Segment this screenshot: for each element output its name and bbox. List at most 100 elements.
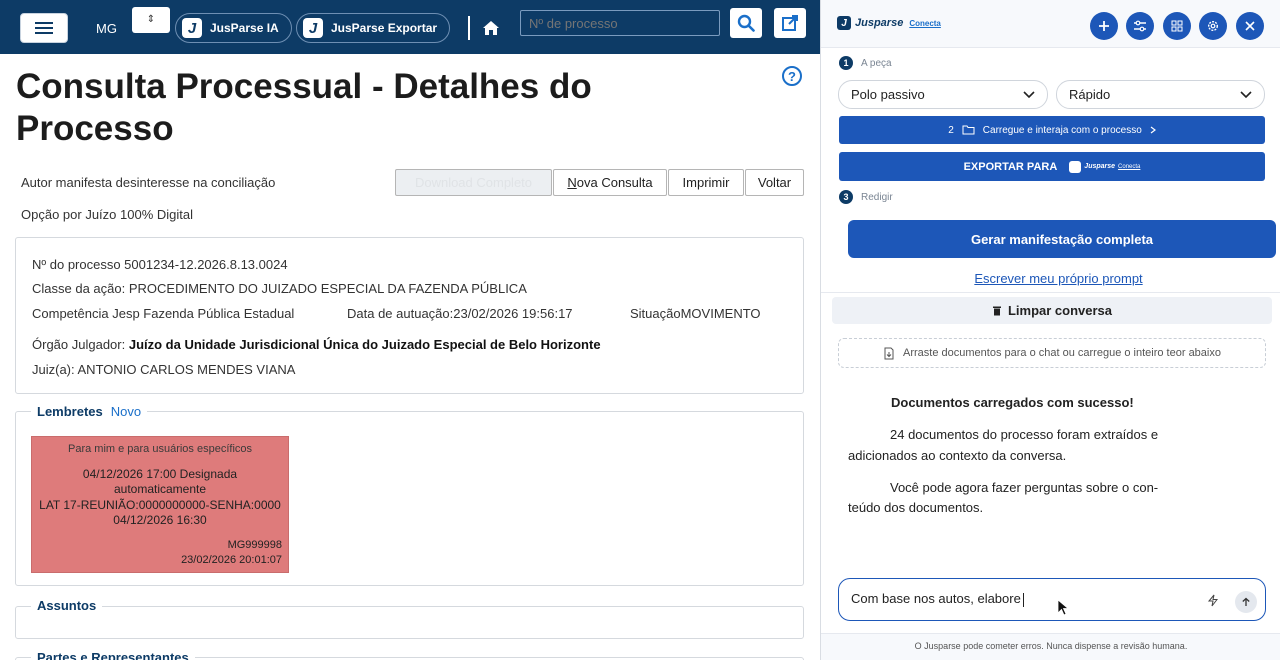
- export-to-button[interactable]: EXPORTAR PARA Jusparse Conecta: [839, 152, 1265, 181]
- home-icon[interactable]: [482, 20, 500, 36]
- jusparse-logo-icon: J: [182, 18, 202, 38]
- menu-icon: [35, 27, 53, 29]
- filters-button[interactable]: [1126, 12, 1154, 40]
- reminders-title: Lembretes: [37, 404, 103, 419]
- external-link-button[interactable]: [774, 8, 806, 38]
- arrow-up-icon: [1242, 597, 1250, 606]
- chevron-down-icon: [1023, 90, 1035, 98]
- folder-icon: [962, 125, 975, 135]
- settings-button[interactable]: [1199, 12, 1227, 40]
- header-divider: [468, 16, 470, 40]
- send-button[interactable]: [1235, 591, 1257, 613]
- export-brand: Jusparse Conecta: [1069, 160, 1141, 173]
- reminder-line-3: LAT 17-REUNIÃO:0000000000-SENHA:0000: [39, 498, 281, 512]
- reminder-note[interactable]: Para mim e para usuários específicos 04/…: [31, 436, 289, 573]
- step-2-load-button[interactable]: 2 Carregue e interaja com o processo: [839, 116, 1265, 144]
- step-3-number: 3: [839, 190, 853, 204]
- mode-dropdown[interactable]: Rápido: [1056, 80, 1265, 109]
- plus-icon: [1099, 21, 1109, 31]
- new-query-accesskey: N: [567, 175, 577, 190]
- export-brand-name: Jusparse: [1084, 163, 1116, 170]
- disclaimer: O Jusparse pode cometer erros. Nunca dis…: [914, 641, 1188, 651]
- jusparse-mini-logo-icon: [1069, 160, 1082, 173]
- print-button[interactable]: Imprimir: [668, 169, 744, 196]
- digital-court-notice: Opção por Juízo 100% Digital: [21, 207, 193, 222]
- file-download-icon: [884, 347, 894, 359]
- state-label: MG: [96, 21, 117, 36]
- clear-conversation-button[interactable]: Limpar conversa: [832, 297, 1272, 324]
- state-select[interactable]: ⇕: [132, 7, 170, 33]
- competence: Competência Jesp Fazenda Pública Estadua…: [32, 306, 295, 321]
- panel-divider: [821, 292, 1280, 293]
- parties-legend[interactable]: Partes e Representantes: [31, 650, 195, 660]
- document-drop-zone[interactable]: Arraste documentos para o chat ou carreg…: [838, 338, 1266, 368]
- new-query-label: ova Consulta: [576, 175, 653, 190]
- reminders-legend: Lembretes Novo: [31, 404, 148, 419]
- reminder-line-4: 04/12/2026 16:30: [113, 513, 207, 527]
- subjects-section: [15, 606, 804, 639]
- drop-zone-label: Arraste documentos para o chat ou carreg…: [903, 347, 1221, 359]
- gear-icon: [1207, 20, 1219, 32]
- assistant-message-p1b: adicionados ao contexto da conversa.: [848, 448, 1067, 463]
- court-body-label: Órgão Julgador:: [32, 337, 129, 352]
- step-2-label: Carregue e interaja com o processo: [982, 124, 1142, 136]
- mode-value: Rápido: [1069, 87, 1111, 102]
- clear-conversation-label: Limpar conversa: [1007, 303, 1113, 318]
- close-panel-button[interactable]: [1236, 12, 1264, 40]
- close-icon: [1245, 21, 1255, 31]
- reminder-line-1: 04/12/2026 17:00 Designada: [82, 467, 238, 481]
- app-root: MG ⇕ J JusParse IA J JusParse Exportar N…: [0, 0, 1280, 660]
- generate-full-brief-button[interactable]: Gerar manifestação completa: [848, 220, 1276, 258]
- hamburger-menu-button[interactable]: [20, 13, 68, 43]
- sliders-icon: [1134, 20, 1146, 32]
- chat-input-text: Com base nos autos, elabore: [851, 591, 1024, 607]
- top-navbar: MG ⇕ J JusParse IA J JusParse Exportar: [0, 0, 820, 54]
- reminder-timestamp: 23/02/2026 20:01:07: [181, 554, 282, 566]
- search-button[interactable]: [730, 8, 762, 38]
- filing-date: Data de autuação:23/02/2026 19:56:17: [347, 306, 573, 321]
- court-body: Órgão Julgador: Juízo da Unidade Jurisdi…: [32, 337, 601, 352]
- jusparse-side-panel: J Jusparse Conecta 1 A peça Polo passivo…: [820, 0, 1280, 660]
- chevron-down-icon: [1240, 90, 1252, 98]
- process-number: Nº do processo 5001234-12.2026.8.13.0024: [32, 257, 288, 272]
- polo-value: Polo passivo: [851, 87, 925, 102]
- export-brand-sub: Conecta: [1118, 163, 1141, 170]
- download-complete-button[interactable]: Download Completo: [395, 169, 552, 196]
- subjects-legend[interactable]: Assuntos: [31, 598, 103, 613]
- court-body-value: Juízo da Unidade Jurisdicional Única do …: [128, 337, 601, 352]
- reminder-user: MG999998: [227, 539, 282, 551]
- mouse-pointer-icon: [1057, 599, 1069, 616]
- grid-icon: [1171, 20, 1183, 32]
- step-3-label: Redigir: [861, 191, 893, 203]
- jusparse-exportar-label: JusParse Exportar: [331, 21, 438, 35]
- step-1-label: A peça: [861, 57, 892, 69]
- assistant-message-title: Documentos carregados com sucesso!: [891, 395, 1134, 410]
- panel-header: J Jusparse Conecta: [821, 0, 1280, 48]
- reminder-line-2: automaticamente: [113, 482, 207, 496]
- help-icon[interactable]: ?: [782, 66, 802, 86]
- back-button[interactable]: Voltar: [745, 169, 804, 196]
- new-reminder-link[interactable]: Novo: [111, 404, 141, 419]
- brand-sub: Conecta: [909, 18, 941, 28]
- jusparse-logo-icon: J: [303, 18, 323, 38]
- jusparse-ia-label: JusParse IA: [210, 21, 279, 35]
- reminder-audience: Para mim e para usuários específicos: [67, 443, 253, 455]
- action-class: Classe da ação: PROCEDIMENTO DO JUIZADO …: [32, 281, 527, 296]
- export-label: EXPORTAR PARA: [963, 160, 1058, 173]
- chevron-right-icon: [1150, 126, 1156, 134]
- situation: SituaçãoMOVIMENTO: [630, 306, 761, 321]
- assistant-message-p1a: 24 documentos do processo foram extraído…: [890, 427, 1159, 442]
- lightning-icon[interactable]: [1207, 594, 1219, 607]
- polo-dropdown[interactable]: Polo passivo: [838, 80, 1048, 109]
- new-query-button[interactable]: Nova Consulta: [553, 169, 667, 196]
- jusparse-exportar-button[interactable]: J JusParse Exportar: [296, 13, 451, 43]
- edit-external-icon: [782, 15, 798, 31]
- page-title: Consulta Processual - Detalhes do Proces…: [16, 67, 592, 148]
- chat-input[interactable]: Com base nos autos, elabore: [838, 578, 1266, 621]
- write-own-prompt-link[interactable]: Escrever meu próprio prompt: [821, 271, 1280, 286]
- process-number-input[interactable]: [520, 10, 720, 36]
- jusparse-logo-icon: J: [837, 16, 851, 30]
- jusparse-ia-button[interactable]: J JusParse IA: [175, 13, 292, 43]
- grid-button[interactable]: [1163, 12, 1191, 40]
- add-button[interactable]: [1090, 12, 1118, 40]
